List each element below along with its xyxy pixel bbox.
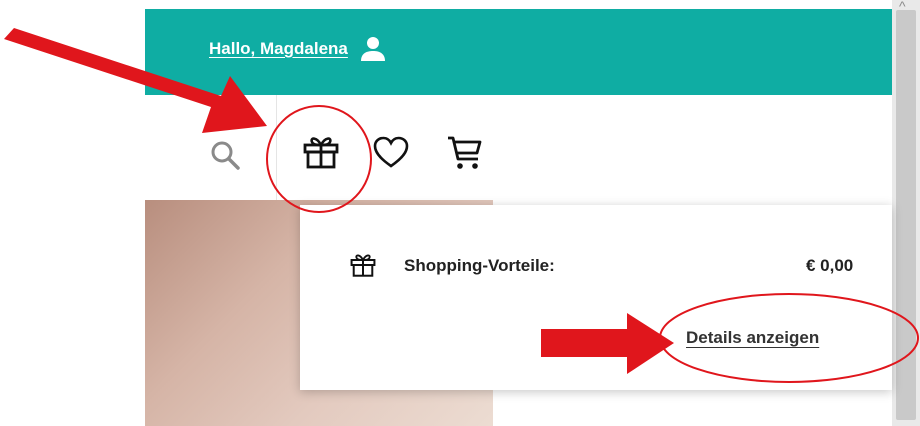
shopping-benefits-value: € 0,00 xyxy=(806,256,854,275)
gift-icon[interactable] xyxy=(300,132,342,172)
details-link[interactable]: Details anzeigen xyxy=(686,328,819,348)
shopping-benefits-popup xyxy=(300,205,892,390)
greeting-link[interactable]: Hallo, Magdalena xyxy=(209,39,348,59)
cart-icon[interactable] xyxy=(445,132,485,174)
shopping-benefits-label: Shopping-Vorteile: xyxy=(404,256,555,275)
user-icon[interactable] xyxy=(358,34,388,64)
heart-icon[interactable] xyxy=(372,135,410,171)
scroll-up-arrow-icon[interactable]: ^ xyxy=(899,0,906,14)
scrollbar-thumb[interactable] xyxy=(896,10,916,420)
gift-icon xyxy=(350,254,376,277)
toolbar-divider xyxy=(276,95,277,205)
toolbar xyxy=(145,95,892,205)
search-icon[interactable] xyxy=(205,135,245,175)
account-greeting[interactable]: Hallo, Magdalena xyxy=(209,34,388,64)
